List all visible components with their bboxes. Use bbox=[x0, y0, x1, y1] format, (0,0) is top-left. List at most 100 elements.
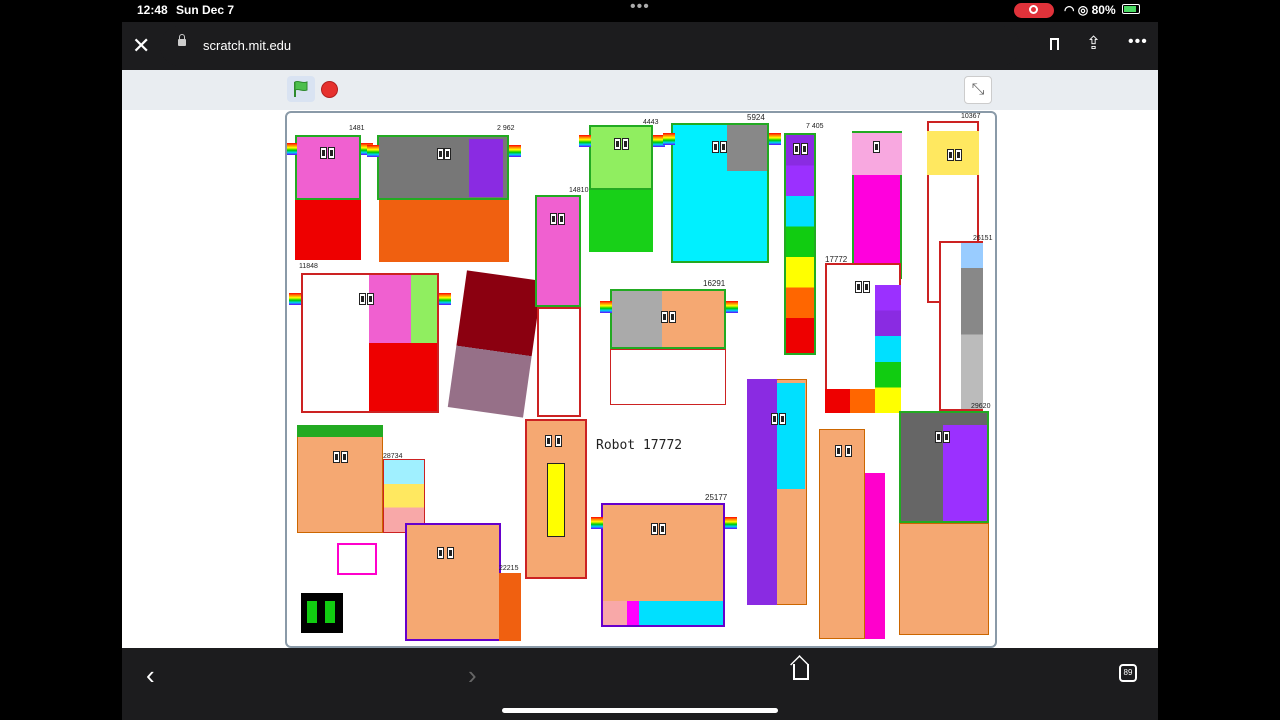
eye bbox=[359, 293, 366, 305]
eye bbox=[855, 281, 862, 293]
eye bbox=[669, 311, 676, 323]
number-label: 17772 bbox=[825, 255, 848, 264]
rainbow-arm bbox=[591, 517, 603, 529]
ios-status-bar: 12:48 Sun Dec 7 ••• ◠ ◎ 80% bbox=[0, 0, 1280, 22]
home-icon[interactable] bbox=[793, 664, 809, 680]
tabs-button[interactable]: 89 bbox=[1119, 664, 1137, 682]
character-block bbox=[589, 125, 653, 190]
clock: 12:48 bbox=[137, 3, 168, 17]
character-block bbox=[961, 243, 983, 409]
scratch-page: ⤡ 1481 2 962 4443 5924 7 405 10367 11848… bbox=[122, 70, 1158, 648]
screen-recording-icon[interactable] bbox=[1014, 3, 1054, 18]
number-label: 28734 bbox=[383, 453, 403, 460]
number-label: 10367 bbox=[961, 113, 981, 120]
number-label: 7 405 bbox=[806, 123, 824, 130]
share-icon[interactable]: ⇪ bbox=[1086, 33, 1101, 54]
character-block bbox=[899, 523, 989, 635]
eye bbox=[651, 523, 658, 535]
browser-bottom-bar: ‹ › 89 bbox=[122, 648, 1158, 720]
eye bbox=[771, 413, 778, 425]
rainbow-arm bbox=[289, 293, 301, 305]
more-icon[interactable]: ••• bbox=[1128, 33, 1148, 51]
browser-toolbar: ✕ scratch.mit.edu ⇪ ••• bbox=[122, 22, 1158, 70]
rainbow-arm bbox=[726, 301, 738, 313]
number-label: 5924 bbox=[747, 113, 765, 122]
rainbow-arm bbox=[287, 143, 297, 155]
character-block bbox=[405, 523, 501, 641]
rainbow-arm bbox=[509, 145, 521, 157]
eye bbox=[558, 213, 565, 225]
character-block bbox=[325, 601, 335, 623]
eye bbox=[550, 213, 557, 225]
eye bbox=[555, 435, 562, 447]
character-block bbox=[819, 429, 865, 639]
number-label: 29620 bbox=[971, 403, 991, 410]
eye bbox=[622, 138, 629, 150]
character-block bbox=[369, 343, 437, 411]
number-label: 14810 bbox=[569, 187, 589, 194]
forward-icon[interactable]: › bbox=[468, 660, 477, 691]
eye bbox=[835, 445, 842, 457]
robot-caption: Robot 17772 bbox=[596, 438, 683, 453]
battery-percent: 80% bbox=[1091, 3, 1116, 17]
eye bbox=[793, 143, 800, 155]
eye bbox=[712, 141, 719, 153]
number-label: 25177 bbox=[705, 493, 728, 502]
eye bbox=[659, 523, 666, 535]
eye bbox=[341, 451, 348, 463]
multitasking-dots-icon[interactable]: ••• bbox=[630, 0, 650, 16]
character-block bbox=[603, 601, 723, 625]
project-stage[interactable]: 1481 2 962 4443 5924 7 405 10367 11848 1… bbox=[285, 111, 997, 648]
eye bbox=[779, 413, 786, 425]
eye bbox=[801, 143, 808, 155]
eye bbox=[845, 445, 852, 457]
player-controls: ⤡ bbox=[122, 70, 1158, 110]
rainbow-arm bbox=[663, 133, 675, 145]
eye bbox=[367, 293, 374, 305]
number-label: 16291 bbox=[703, 279, 726, 288]
close-icon[interactable]: ✕ bbox=[132, 33, 150, 59]
character-block bbox=[612, 291, 662, 347]
number-label: 26151 bbox=[973, 235, 993, 242]
eye bbox=[333, 451, 340, 463]
eye bbox=[328, 147, 335, 159]
rainbow-arm bbox=[725, 517, 737, 529]
lock-icon bbox=[178, 34, 186, 46]
character-block bbox=[777, 383, 805, 489]
eye bbox=[720, 141, 727, 153]
character-block bbox=[537, 307, 581, 417]
character-block bbox=[295, 200, 361, 260]
character-block bbox=[295, 135, 361, 200]
home-indicator[interactable] bbox=[502, 708, 778, 713]
character-block bbox=[337, 543, 377, 575]
eye bbox=[437, 148, 444, 160]
character-block bbox=[865, 473, 885, 639]
eye bbox=[873, 141, 880, 153]
url-text[interactable]: scratch.mit.edu bbox=[203, 38, 291, 53]
eye bbox=[614, 138, 621, 150]
exit-fullscreen-button[interactable]: ⤡ bbox=[964, 76, 992, 104]
eye bbox=[447, 547, 454, 559]
eye bbox=[955, 149, 962, 161]
character-block bbox=[469, 139, 503, 197]
number-label: 11848 bbox=[299, 263, 318, 270]
eye bbox=[545, 435, 552, 447]
eye bbox=[943, 431, 950, 443]
stop-button[interactable] bbox=[321, 81, 338, 98]
number-label: 2 962 bbox=[497, 125, 515, 132]
green-flag-button[interactable] bbox=[287, 76, 315, 102]
eye bbox=[320, 147, 327, 159]
character-block bbox=[852, 133, 902, 175]
bookmark-icon[interactable] bbox=[1050, 38, 1059, 50]
rainbow-arm bbox=[439, 293, 451, 305]
character-block bbox=[784, 133, 816, 355]
rainbow-arm bbox=[579, 135, 591, 147]
number-label: 4443 bbox=[643, 119, 659, 126]
back-icon[interactable]: ‹ bbox=[146, 660, 155, 691]
character-block bbox=[875, 285, 901, 413]
character-block bbox=[447, 270, 543, 418]
character-block bbox=[297, 425, 383, 437]
eye bbox=[863, 281, 870, 293]
character-block bbox=[383, 459, 425, 533]
character-block bbox=[411, 275, 437, 343]
